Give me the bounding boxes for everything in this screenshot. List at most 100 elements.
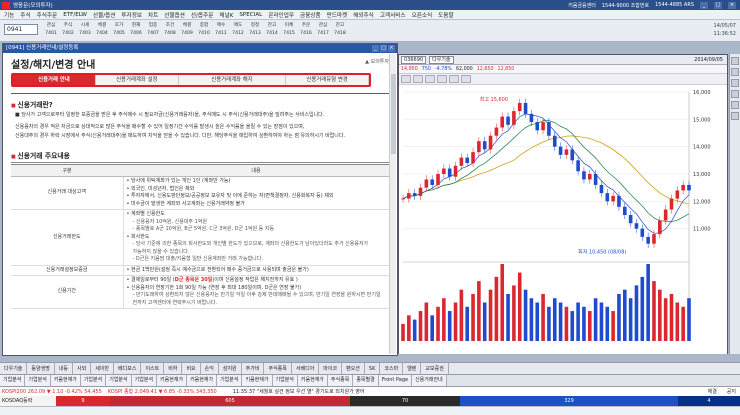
menu-item[interactable]: 펀드마켓 [327, 11, 348, 19]
vertical-scrollbar[interactable] [389, 54, 396, 354]
stock-code-input[interactable]: 036690 [401, 55, 427, 64]
fill-button[interactable]: 체결 [708, 388, 721, 395]
toolbar-button[interactable]: 시세 7403 [78, 22, 92, 40]
menu-item[interactable]: 주식주문 [37, 11, 58, 19]
toolbar-button[interactable]: 주문 7416 [299, 22, 313, 40]
quick-stock-tab[interactable]: 이스트 [141, 362, 165, 375]
quick-stock-tab[interactable]: 사외 [73, 362, 92, 375]
minimize-button[interactable]: _ [700, 1, 708, 9]
window-tab[interactable]: 기업분석 [106, 375, 132, 386]
window-tab[interactable]: 키움현재가 [242, 375, 273, 386]
toolbar-button[interactable]: 체결 7404 [95, 22, 109, 40]
menu-item[interactable]: 온라인업무 [268, 11, 294, 19]
toolbar-button[interactable]: 매수 7411 [214, 22, 228, 40]
quick-stock-tab[interactable]: 코스마 [380, 362, 404, 375]
tab-0[interactable]: 신용거래 안내 [13, 75, 96, 85]
window-tab[interactable]: 신용거래안내 [412, 375, 447, 386]
tool-button[interactable] [437, 75, 447, 83]
strip-button[interactable] [731, 57, 739, 65]
toolbar-button[interactable]: 잔고 7414 [265, 22, 279, 40]
tool-button[interactable] [449, 75, 459, 83]
quick-stock-tab[interactable]: 비하 [164, 362, 183, 375]
win-max-button[interactable]: □ [380, 45, 387, 52]
toolbar-button[interactable]: 매도 7412 [231, 22, 245, 40]
strip-button[interactable] [731, 68, 739, 76]
tool-button[interactable] [461, 75, 471, 83]
window-tab[interactable]: 기업분석 [0, 375, 26, 386]
strip-button[interactable] [731, 112, 739, 120]
menu-item[interactable]: SPECIAL [239, 12, 262, 18]
menu-item[interactable]: 투자정보 [121, 11, 142, 19]
tab-2[interactable]: 신용거래계좌 해지 [178, 75, 287, 85]
quick-stock-tab[interactable]: SK [365, 362, 381, 375]
quick-stock-tab[interactable]: 마이코 [319, 362, 343, 375]
price-chart[interactable]: 16,000 15,000 14,000 13,000 12,000 11,000 최고 1… [399, 86, 727, 354]
toolbar-button[interactable]: 현재 7406 [129, 22, 143, 40]
toolbar-button[interactable]: 관심 7417 [316, 22, 330, 40]
menu-item[interactable]: 선물/옵션 [93, 11, 115, 19]
window-tab[interactable]: 키움현재가 [187, 375, 218, 386]
menu-item[interactable]: ETF/ELW [63, 12, 87, 18]
stock-name[interactable]: 다우기술 [429, 55, 454, 64]
close-button[interactable]: × [728, 1, 736, 9]
scroll-thumb[interactable] [391, 74, 396, 154]
tool-button[interactable] [425, 75, 435, 83]
menu-item[interactable]: 도움말 [438, 11, 453, 19]
quick-stock-tab[interactable]: 삼지원 [219, 362, 242, 375]
quick-stock-tab[interactable]: 주가비 [242, 362, 265, 375]
quick-stock-tab[interactable]: 베디포스 [114, 362, 142, 375]
window-tab[interactable]: 키움현재가 [297, 375, 328, 386]
tool-button[interactable] [401, 75, 411, 83]
quick-stock-tab[interactable]: 동양생명 [27, 362, 55, 375]
quick-stock-tab[interactable]: 주식종목 [264, 362, 292, 375]
notice-button[interactable]: 공지 [727, 388, 740, 395]
toolbar-button[interactable]: 체결 7409 [180, 22, 194, 40]
maximize-button[interactable]: □ [714, 1, 722, 9]
window-tab[interactable]: 기업분석 [272, 375, 298, 386]
menu-item[interactable]: 선/옵주문 [191, 11, 213, 19]
news-ticker[interactable]: 11:35:37 "세월호 실건 정보 우선 열" 경기도로 외치원가 영어 [233, 388, 365, 395]
window-tab[interactable]: 기업분석 [217, 375, 243, 386]
toolbar-button[interactable]: 정정 7413 [248, 22, 262, 40]
tab-1[interactable]: 신용거래계좌 설정 [95, 75, 179, 85]
toolbar-button[interactable]: 호가 7405 [112, 22, 126, 40]
window-tab[interactable]: Front Page [378, 375, 413, 386]
strip-button[interactable] [731, 101, 739, 109]
window-tab[interactable]: 주식종목 [327, 375, 354, 386]
toolbar-button[interactable]: 주식 7402 [61, 22, 75, 40]
toolbar-button[interactable]: 조건 7408 [163, 22, 177, 40]
menu-item[interactable]: 해외주식 [353, 11, 374, 19]
quick-stock-tab[interactable]: 서베디아 [292, 362, 320, 375]
window-tab[interactable]: 기업분석 [25, 375, 51, 386]
menu-item[interactable]: 차트 [148, 11, 158, 19]
window-tab[interactable]: 키움현재가 [50, 375, 81, 386]
strip-button[interactable] [731, 90, 739, 98]
menu-item[interactable]: 고객서비스 [380, 11, 406, 19]
menu-item[interactable]: 금융상품 [300, 11, 321, 19]
toolbar-button[interactable]: 미체 7415 [282, 22, 296, 40]
window-tab[interactable]: 키움현재가 [157, 375, 188, 386]
quick-stock-tab[interactable]: 다우기술 [0, 362, 28, 375]
toolbar-button[interactable]: 잔고 7418 [333, 22, 347, 40]
menu-item[interactable]: 채널K [219, 11, 233, 19]
strip-button[interactable] [731, 79, 739, 87]
quick-stock-tab[interactable]: 내등 [55, 362, 74, 375]
win-close-button[interactable]: × [388, 45, 395, 52]
tab-3[interactable]: 신용거래유형 변경 [286, 75, 369, 85]
menu-item[interactable]: 선물옵션 [164, 11, 185, 19]
menu-item[interactable]: 오픈소식 [412, 11, 433, 19]
tool-button[interactable] [413, 75, 423, 83]
toolbar-button[interactable]: 종합 7410 [197, 22, 211, 40]
quick-stock-tab[interactable]: 팬오션 [342, 362, 365, 375]
win-min-button[interactable]: _ [372, 45, 379, 52]
quick-stock-tab[interactable]: 엘렌 [403, 362, 422, 375]
toolbar-button[interactable]: 관심 7401 [44, 22, 58, 40]
window-tab[interactable]: 기업분석 [80, 375, 107, 386]
screen-number-combo[interactable]: 0941 [4, 24, 38, 35]
menu-item[interactable]: 기능 [4, 11, 14, 19]
quick-stock-tab[interactable]: 손익 [201, 362, 219, 375]
toolbar-button[interactable]: 업종 7407 [146, 22, 160, 40]
menu-item[interactable]: 주식 [20, 11, 30, 19]
quick-stock-tab[interactable]: 교보증권 [421, 362, 449, 375]
top-link[interactable]: ▲ 모의투자 [365, 58, 389, 65]
